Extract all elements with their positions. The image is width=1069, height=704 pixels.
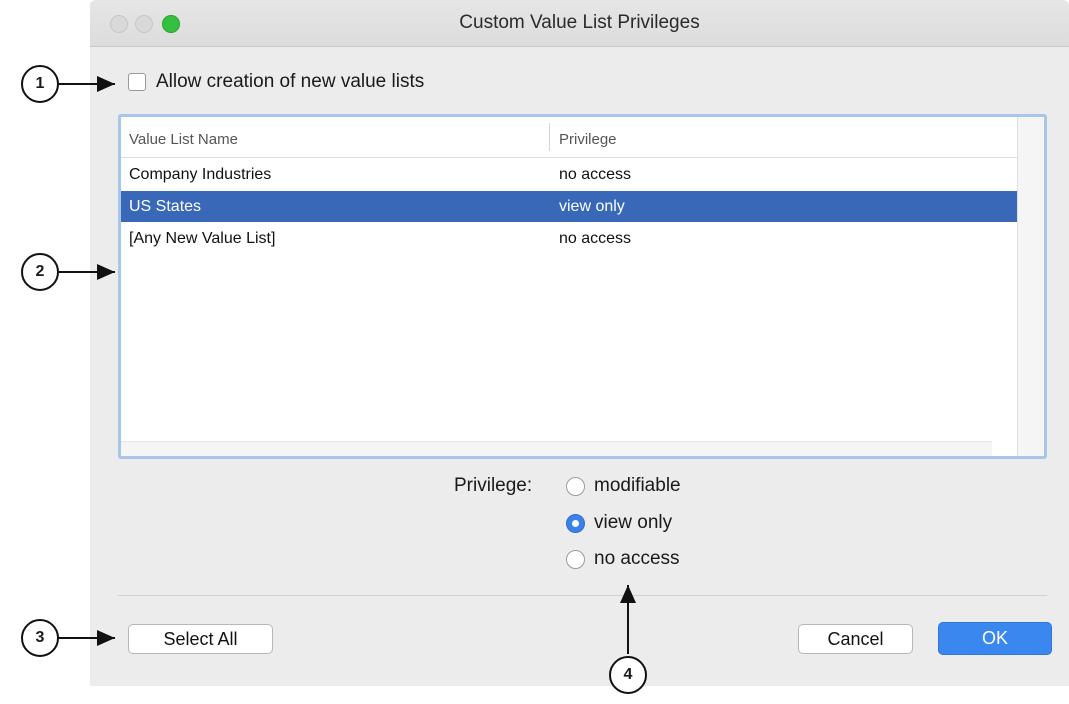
callout-1: 1 <box>21 65 59 103</box>
callout-4: 4 <box>609 656 647 694</box>
callout-2: 2 <box>21 253 59 291</box>
callout-arrows <box>58 76 636 654</box>
callout-3: 3 <box>21 619 59 657</box>
